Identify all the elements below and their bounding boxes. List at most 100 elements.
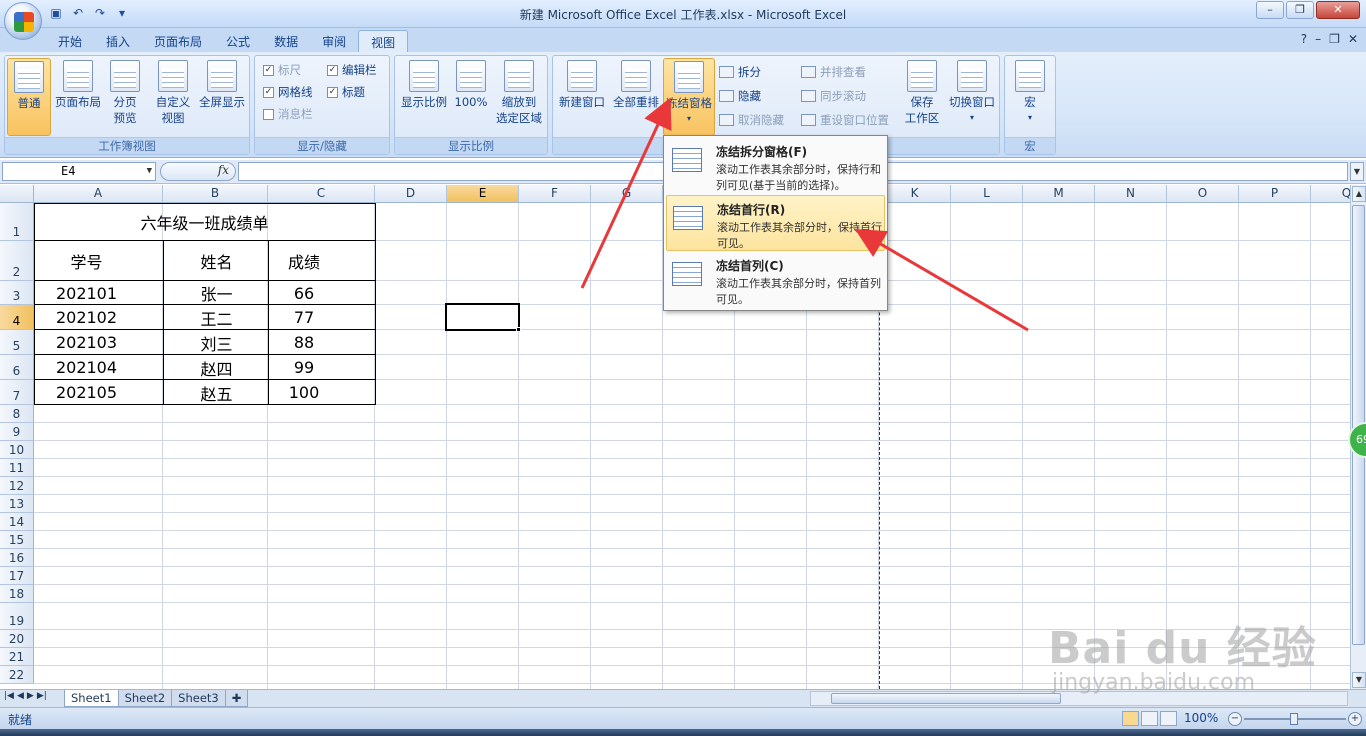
new-window-button[interactable]: 新建窗口 xyxy=(555,58,609,110)
menu-item-freeze-panes[interactable]: 冻结拆分窗格(F) 滚动工作表其余部分时，保持行和列可见(基于当前的选择)。 xyxy=(666,138,885,194)
column-header-l[interactable]: L xyxy=(951,185,1023,203)
row-header-18[interactable]: 18 xyxy=(0,585,34,603)
ribbon-minimize-button[interactable]: – xyxy=(1315,32,1321,46)
tab-insert[interactable]: 插入 xyxy=(94,30,142,52)
horizontal-scroll-thumb[interactable] xyxy=(831,693,1061,704)
column-header-g[interactable]: G xyxy=(591,185,663,203)
reset-position-button[interactable]: 重设窗口位置 xyxy=(801,112,889,128)
arrange-all-button[interactable]: 全部重排 xyxy=(609,58,663,110)
zoom-button[interactable]: 显示比例 xyxy=(397,58,451,110)
ribbon-restore-button[interactable]: ❐ xyxy=(1329,32,1340,46)
scroll-down-icon[interactable]: ▼ xyxy=(1352,672,1366,688)
row-header-10[interactable]: 10 xyxy=(0,441,34,459)
column-header-n[interactable]: N xyxy=(1095,185,1167,203)
column-header-b[interactable]: B xyxy=(163,185,268,203)
tab-formulas[interactable]: 公式 xyxy=(214,30,262,52)
select-all-corner[interactable] xyxy=(0,185,34,203)
row-header-20[interactable]: 20 xyxy=(0,630,34,648)
zoom-slider[interactable]: − + xyxy=(1228,712,1362,726)
switch-windows-button[interactable]: 切换窗口 ▾ xyxy=(945,58,999,126)
row-header-8[interactable]: 8 xyxy=(0,405,34,423)
column-header-o[interactable]: O xyxy=(1167,185,1239,203)
table-header-cell[interactable]: 姓名 xyxy=(163,241,270,281)
column-header-f[interactable]: F xyxy=(519,185,591,203)
table-cell[interactable]: 赵五 xyxy=(163,380,270,405)
office-button[interactable] xyxy=(4,2,42,40)
active-cell[interactable] xyxy=(445,303,520,331)
zoom-selection-button[interactable]: 缩放到 选定区域 xyxy=(491,58,547,126)
formula-bar-checkbox[interactable]: ✓ 编辑栏 xyxy=(327,62,377,78)
next-sheet-icon[interactable]: ▶ xyxy=(27,691,34,701)
table-cell[interactable]: 77 xyxy=(268,305,340,330)
menu-item-freeze-top-row[interactable]: 冻结首行(R) 滚动工作表其余部分时，保持首行可见。 xyxy=(666,195,885,251)
page-break-preview-button[interactable]: 分页 预览 xyxy=(105,58,145,126)
name-box[interactable]: E4 ▼ xyxy=(2,162,156,181)
page-layout-view-button[interactable]: 页面布局 xyxy=(51,58,105,110)
row-header-21[interactable]: 21 xyxy=(0,648,34,666)
normal-view-button[interactable]: 普通 xyxy=(7,58,51,136)
column-header-a[interactable]: A xyxy=(34,185,163,203)
table-header-cell[interactable]: 学号 xyxy=(34,241,139,281)
row-header-4[interactable]: 4 xyxy=(0,305,34,330)
column-header-k[interactable]: K xyxy=(879,185,951,203)
tab-review[interactable]: 审阅 xyxy=(310,30,358,52)
column-header-d[interactable]: D xyxy=(375,185,447,203)
zoom-100-button[interactable]: 100% xyxy=(451,58,491,110)
zoom-level[interactable]: 100% xyxy=(1184,711,1218,725)
tab-home[interactable]: 开始 xyxy=(46,30,94,52)
table-title[interactable]: 六年级一班成绩单 xyxy=(34,203,375,241)
minimize-button[interactable]: – xyxy=(1256,1,1284,19)
custom-views-button[interactable]: 自定义 视图 xyxy=(151,58,195,126)
table-cell[interactable]: 刘三 xyxy=(163,330,270,355)
close-button[interactable]: ✕ xyxy=(1316,1,1360,19)
sync-scroll-button[interactable]: 同步滚动 xyxy=(801,88,866,104)
insert-sheet-icon[interactable]: ✚ xyxy=(224,690,249,707)
zoom-in-icon[interactable]: + xyxy=(1348,712,1362,726)
tab-page-layout[interactable]: 页面布局 xyxy=(142,30,214,52)
sheet-tab-sheet3[interactable]: Sheet3 xyxy=(171,690,226,707)
macros-button[interactable]: 宏 ▾ xyxy=(1007,58,1053,126)
table-cell[interactable]: 王二 xyxy=(163,305,270,330)
fullscreen-button[interactable]: 全屏显示 xyxy=(195,58,249,110)
first-sheet-icon[interactable]: |◀ xyxy=(4,691,14,701)
unhide-button[interactable]: 取消隐藏 xyxy=(719,112,784,128)
last-sheet-icon[interactable]: ▶| xyxy=(37,691,47,701)
row-header-9[interactable]: 9 xyxy=(0,423,34,441)
column-header-e[interactable]: E xyxy=(447,185,519,203)
zoom-out-icon[interactable]: − xyxy=(1228,712,1242,726)
column-header-p[interactable]: P xyxy=(1239,185,1311,203)
ruler-checkbox[interactable]: ✓ 标尺 xyxy=(263,62,301,78)
ribbon-close-button[interactable]: ✕ xyxy=(1348,32,1358,46)
hide-button[interactable]: 隐藏 xyxy=(719,88,761,104)
table-cell[interactable]: 202105 xyxy=(34,380,139,405)
table-cell[interactable]: 202103 xyxy=(34,330,139,355)
row-header-14[interactable]: 14 xyxy=(0,513,34,531)
tab-view[interactable]: 视图 xyxy=(358,30,409,52)
row-header-16[interactable]: 16 xyxy=(0,549,34,567)
sheet-tab-sheet2[interactable]: Sheet2 xyxy=(117,690,173,707)
table-cell[interactable]: 66 xyxy=(268,281,340,305)
row-header-6[interactable]: 6 xyxy=(0,355,34,380)
row-header-3[interactable]: 3 xyxy=(0,281,34,305)
row-header-12[interactable]: 12 xyxy=(0,477,34,495)
help-icon[interactable]: ? xyxy=(1301,32,1307,46)
row-header-1[interactable]: 1 xyxy=(0,203,34,241)
row-header-22[interactable]: 22 xyxy=(0,666,34,684)
column-header-m[interactable]: M xyxy=(1023,185,1095,203)
row-header-19[interactable]: 19 xyxy=(0,603,34,630)
row-header-13[interactable]: 13 xyxy=(0,495,34,513)
table-cell[interactable]: 202102 xyxy=(34,305,139,330)
side-by-side-button[interactable]: 并排查看 xyxy=(801,64,866,80)
row-header-11[interactable]: 11 xyxy=(0,459,34,477)
restore-button[interactable]: ❐ xyxy=(1286,1,1314,19)
menu-item-freeze-first-column[interactable]: 冻结首列(C) 滚动工作表其余部分时，保持首列可见。 xyxy=(666,252,885,308)
expand-formula-bar-icon[interactable]: ▼ xyxy=(1350,162,1364,181)
split-button[interactable]: 拆分 xyxy=(719,64,761,80)
scroll-up-icon[interactable]: ▲ xyxy=(1352,186,1366,202)
headings-checkbox[interactable]: ✓ 标题 xyxy=(327,84,365,100)
table-header-cell[interactable]: 成绩 xyxy=(268,241,340,281)
table-cell[interactable]: 99 xyxy=(268,355,340,380)
zoom-thumb[interactable] xyxy=(1290,713,1298,725)
prev-sheet-icon[interactable]: ◀ xyxy=(17,691,24,701)
table-cell[interactable]: 88 xyxy=(268,330,340,355)
